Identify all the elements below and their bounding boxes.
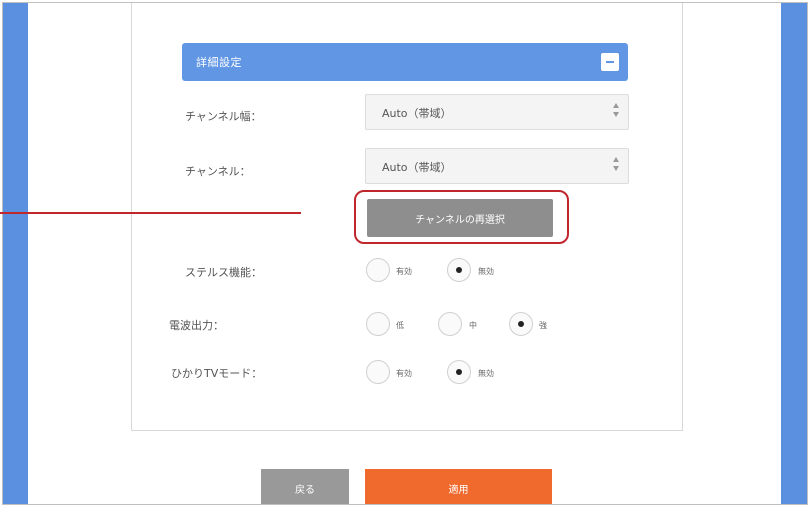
channel-width-select[interactable]: Auto（帯域） — [365, 94, 629, 130]
right-blue-bar — [781, 3, 807, 504]
stealth-enable-radio[interactable] — [366, 258, 390, 282]
select-arrows-icon — [612, 157, 620, 175]
left-blue-bar — [3, 3, 28, 504]
hikari-tv-disable-radio[interactable] — [447, 360, 471, 384]
channel-select[interactable]: Auto（帯域） — [365, 148, 629, 184]
hikari-tv-enable-radio[interactable] — [366, 360, 390, 384]
section-title: 詳細設定 — [196, 56, 242, 69]
back-button[interactable]: 戻る — [261, 469, 349, 504]
select-arrows-icon — [612, 103, 620, 121]
power-low-label: 低 — [396, 321, 404, 330]
channel-label: チャンネル： — [185, 165, 251, 178]
power-label: 電波出力： — [169, 319, 224, 332]
power-mid-label: 中 — [469, 321, 477, 330]
minus-icon — [606, 61, 614, 63]
power-high-radio[interactable] — [509, 312, 533, 336]
callout-line — [0, 212, 301, 214]
stealth-enable-label: 有効 — [396, 267, 412, 276]
collapse-button[interactable] — [601, 53, 619, 71]
power-high-label: 強 — [539, 321, 547, 330]
advanced-settings-header[interactable]: 詳細設定 — [182, 43, 628, 81]
stealth-label: ステルス機能： — [185, 266, 262, 279]
power-mid-radio[interactable] — [438, 312, 462, 336]
channel-width-label: チャンネル幅： — [185, 110, 262, 123]
stealth-disable-label: 無効 — [478, 267, 494, 276]
screenshot-frame: 詳細設定 チャンネル幅： Auto（帯域） チャンネル： Auto（帯域） チャ… — [2, 2, 808, 505]
highlight-box — [354, 190, 569, 244]
hikari-tv-enable-label: 有効 — [396, 369, 412, 378]
page-content: 詳細設定 チャンネル幅： Auto（帯域） チャンネル： Auto（帯域） チャ… — [28, 3, 783, 504]
power-low-radio[interactable] — [366, 312, 390, 336]
channel-width-value: Auto（帯域） — [382, 107, 452, 120]
apply-button[interactable]: 適用 — [365, 469, 552, 504]
stealth-disable-radio[interactable] — [447, 258, 471, 282]
hikari-tv-label: ひかりTVモード： — [171, 367, 263, 380]
channel-value: Auto（帯域） — [382, 161, 452, 174]
hikari-tv-disable-label: 無効 — [478, 369, 494, 378]
